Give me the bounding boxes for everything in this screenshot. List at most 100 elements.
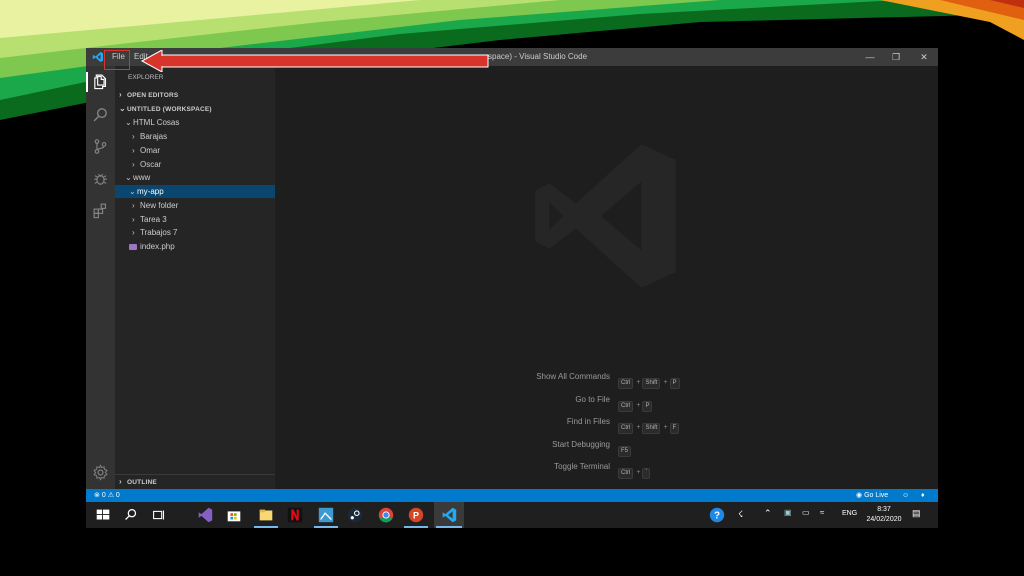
- chevron-right-icon: ›: [132, 132, 135, 141]
- vscode-taskbar-icon[interactable]: [440, 506, 458, 524]
- steam-icon[interactable]: [346, 506, 364, 524]
- tree-item-html-cosas[interactable]: ⌄HTML Cosas: [115, 116, 275, 129]
- key-ctrl: Ctrl: [618, 423, 634, 434]
- key-ctrl: Ctrl: [618, 468, 634, 479]
- tree-item-label: Tarea 3: [140, 215, 167, 224]
- tree-item-trabajos-7[interactable]: › Trabajos 7: [115, 226, 275, 239]
- tree-item-new-folder[interactable]: › New folder: [115, 199, 275, 212]
- key-ctrl: Ctrl: [618, 378, 634, 389]
- clock-time: 8:37: [877, 506, 891, 513]
- settings-gear-icon[interactable]: [92, 464, 109, 481]
- chevron-down-icon: ⌄: [125, 173, 132, 182]
- photos-app-icon[interactable]: [317, 506, 335, 524]
- bell-icon[interactable]: ♦: [921, 489, 925, 502]
- tree-item-oscar[interactable]: › Oscar: [115, 158, 275, 171]
- tree-item-www[interactable]: ⌄www: [115, 171, 275, 184]
- wifi-icon[interactable]: ≈: [820, 508, 824, 517]
- chevron-right-icon: ›: [132, 215, 135, 224]
- search-icon[interactable]: [92, 106, 109, 123]
- action-center-icon[interactable]: ▤: [912, 508, 921, 519]
- netflix-icon[interactable]: [286, 506, 304, 524]
- language-indicator[interactable]: ENG: [842, 510, 857, 517]
- windows-start-icon[interactable]: [94, 506, 112, 524]
- running-indicator: [436, 526, 462, 528]
- key-ctrl: Ctrl: [618, 401, 634, 412]
- go-live-button[interactable]: ◉ Go Live: [856, 489, 888, 502]
- chevron-right-icon: ›: [132, 146, 135, 155]
- tree-item-label: Oscar: [140, 160, 162, 169]
- extensions-icon[interactable]: [92, 202, 109, 219]
- annotation-arrow: [140, 50, 489, 72]
- battery-icon[interactable]: ▭: [802, 508, 810, 517]
- svg-text:P: P: [413, 511, 419, 521]
- windows-taskbar: P ? ☇ ⌃ ▣ ▭ ≈ ENG 8:37 24/02/2020 ▤: [86, 502, 938, 528]
- maximize-button[interactable]: ❐: [886, 50, 906, 64]
- explorer-sidebar: EXPLORER › OPEN EDITORS ⌄UNTITLED (WORKSP…: [115, 66, 275, 489]
- shortcut-find-in-files: Ctrl + Shift + F: [618, 416, 680, 434]
- php-icon: [129, 243, 137, 250]
- tree-item-index-php[interactable]: index.php: [115, 240, 275, 253]
- search-icon[interactable]: [122, 506, 140, 524]
- shortcut-start-debugging: F5: [618, 439, 632, 457]
- chevron-right-icon: ›: [119, 90, 122, 99]
- chevron-down-icon: ⌄: [129, 187, 136, 196]
- cmd-find-in-files: Find in Files: [566, 417, 610, 426]
- tree-item-label: New folder: [140, 201, 179, 210]
- feedback-icon[interactable]: ☺: [902, 489, 909, 502]
- tree-item-label: Omar: [140, 146, 160, 155]
- tree-item-tarea-3[interactable]: › Tarea 3: [115, 213, 275, 226]
- clock-date: 24/02/2020: [866, 516, 902, 523]
- tree-item-label: Trabajos 7: [140, 228, 178, 237]
- chrome-icon[interactable]: [377, 506, 395, 524]
- network-icon[interactable]: ▣: [784, 508, 792, 517]
- tree-item-label: HTML Cosas: [133, 118, 180, 127]
- chevron-right-icon: ›: [132, 160, 135, 169]
- broadcast-icon: ◉: [856, 492, 863, 499]
- annotation-highlight-box: [104, 50, 130, 70]
- tree-item-barajas[interactable]: › Barajas: [115, 130, 275, 143]
- workspace-section[interactable]: ⌄UNTITLED (WORKSPACE): [119, 102, 279, 115]
- source-control-icon[interactable]: [92, 138, 109, 155]
- help-icon[interactable]: ?: [708, 506, 726, 524]
- key-backtick: `: [642, 468, 651, 479]
- problems-indicator[interactable]: ⊗ 0 ⚠ 0: [94, 489, 120, 502]
- debug-icon[interactable]: [92, 170, 109, 187]
- chevron-up-icon[interactable]: ⌃: [764, 508, 772, 519]
- tree-item-label: www: [133, 173, 151, 182]
- go-live-label: Go Live: [864, 492, 889, 499]
- vscode-logo-icon: [92, 52, 103, 62]
- open-editors-section[interactable]: › OPEN EDITORS: [119, 88, 279, 101]
- key-p: P: [669, 378, 680, 389]
- cmd-go-to-file: Go to File: [575, 395, 610, 404]
- file-explorer-icon[interactable]: [257, 506, 275, 524]
- chevron-right-icon: ›: [119, 477, 122, 486]
- task-view-icon[interactable]: [150, 506, 168, 524]
- key-shift: Shift: [642, 423, 661, 434]
- visual-studio-icon[interactable]: [196, 506, 214, 524]
- powerpoint-icon[interactable]: P: [407, 506, 425, 524]
- error-count: 0: [101, 492, 106, 499]
- running-indicator: [254, 526, 278, 528]
- explorer-icon[interactable]: [92, 73, 109, 90]
- close-button[interactable]: ✕: [914, 50, 934, 64]
- status-bar: ⊗ 0 ⚠ 0 ◉ Go Live ☺ ♦: [86, 489, 938, 502]
- store-icon[interactable]: [225, 506, 243, 524]
- system-clock[interactable]: 8:37 24/02/2020: [862, 505, 906, 525]
- tree-item-label: Barajas: [140, 132, 168, 141]
- tree-item-my-app[interactable]: ⌄my-app: [115, 185, 275, 198]
- chevron-right-icon: ›: [132, 201, 135, 210]
- running-indicator: [404, 526, 428, 528]
- outline-label: OUTLINE: [127, 479, 157, 486]
- outline-section[interactable]: › OUTLINE: [119, 475, 279, 488]
- editor-area: Show All Commands Ctrl + Shift + P Go to Fil…: [275, 66, 938, 489]
- minimize-button[interactable]: —: [860, 50, 880, 64]
- explorer-title: EXPLORER: [128, 74, 164, 81]
- tree-item-omar[interactable]: › Omar: [115, 144, 275, 157]
- running-indicator: [314, 526, 338, 528]
- workspace-label: UNTITLED (WORKSPACE): [127, 106, 212, 113]
- window-title: space) - Visual Studio Code: [488, 52, 588, 61]
- people-icon[interactable]: ☇: [738, 509, 743, 520]
- cmd-show-all-commands: Show All Commands: [536, 372, 610, 381]
- shortcut-go-to-file: Ctrl + P: [618, 394, 653, 412]
- cmd-toggle-terminal: Toggle Terminal: [554, 462, 610, 471]
